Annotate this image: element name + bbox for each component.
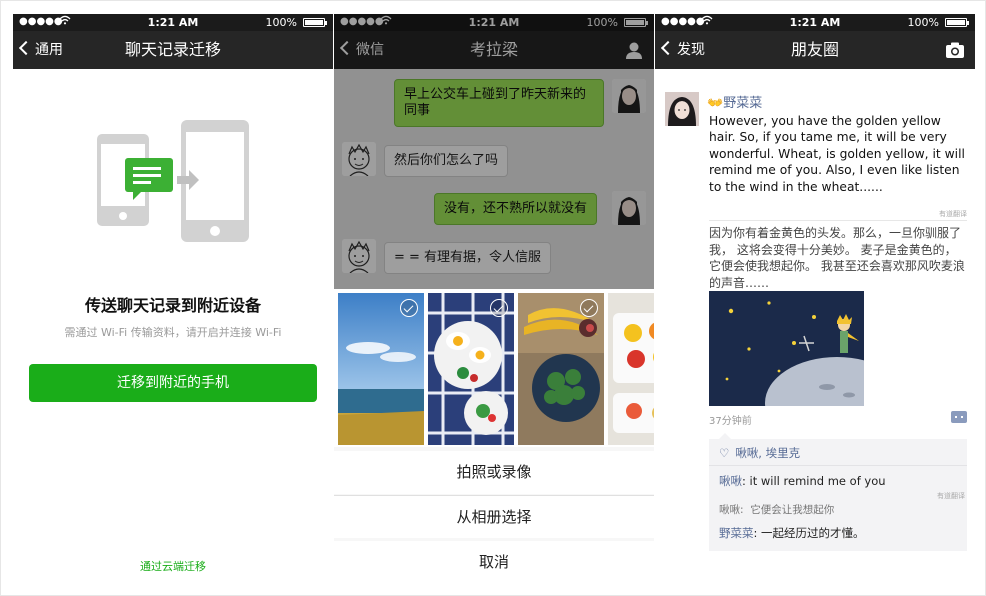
post-author[interactable]: 👐野菜菜 [707,92,762,111]
battery-icon [303,18,327,27]
battery-percent: 100% [907,16,939,29]
phone-moments: ●●●●● 1:21 AM 100% 发现 朋友圈 👐野菜菜 However, … [655,14,975,584]
comment-action-icon[interactable] [951,411,967,423]
photo-thumbnail[interactable] [608,293,654,445]
likes-names[interactable]: 啾啾, 埃里克 [735,446,800,460]
translation-source-tag: 有道翻译 [937,492,965,500]
divider [709,220,967,221]
comment-text: it will remind me of you [749,474,886,488]
dim-overlay[interactable] [334,14,654,289]
page-title: 聊天记录迁移 [124,40,221,59]
migrate-heading: 传送聊天记录到附近设备 [84,296,261,315]
recent-photos-strip [334,289,654,447]
chevron-left-icon [18,40,34,56]
translation-source-tag: 有道翻译 [939,210,967,218]
post-author-name: 野菜菜 [723,96,763,111]
phone-transfer-illustration [97,120,249,242]
back-label: 发现 [677,42,705,58]
comment[interactable]: 啾啾: it will remind me of you [719,473,886,489]
status-bar: ●●●●● 1:21 AM 100% [13,14,333,31]
wifi-hint: 需通过 Wi-Fi 传输资料，请开启并连接 Wi-Fi [64,326,282,339]
page-title: 朋友圈 [790,40,839,59]
back-button[interactable]: 发现 [660,31,705,69]
status-bar: ●●●●● 1:21 AM 100% [655,14,975,31]
take-photo-or-video-option[interactable]: 拍照或录像 [334,451,654,494]
selected-check-icon[interactable] [400,299,418,317]
likes-row: ♡ 啾啾, 埃里克 [719,445,800,461]
migrate-to-nearby-phone-button[interactable]: 迁移到附近的手机 [29,364,317,402]
comment-text: 一起经历过的才懂。 [761,526,865,540]
phone-chat-migration: ●●●●● 1:21 AM 100% 通用 聊天记录迁移 传送聊天记录到附近设备… [13,14,333,584]
back-label: 通用 [35,42,63,58]
battery-icon [945,18,969,27]
post-photo[interactable] [709,291,864,406]
chevron-left-icon [660,40,676,56]
comment-text: 它便会让我想起你 [750,504,835,516]
post-text-english: However, you have the golden yellow hair… [709,114,965,194]
comment-author[interactable]: 野菜菜 [719,526,754,540]
likes-and-comments: ♡ 啾啾, 埃里克 啾啾: it will remind me of you 有道… [709,433,967,551]
photo-thumbnail[interactable] [428,293,514,445]
nav-bar: 发现 朋友圈 [655,31,975,69]
screenshot-collage: ●●●●● 1:21 AM 100% 通用 聊天记录迁移 传送聊天记录到附近设备… [0,0,986,596]
nav-bar: 通用 聊天记录迁移 [13,31,333,69]
post-timestamp: 37分钟前 [709,416,752,427]
comment-translation: 啾啾: 它便会让我想起你 [719,504,835,516]
divider [709,465,967,466]
comment[interactable]: 野菜菜: 一起经历过的才懂。 [719,525,865,541]
camera-icon[interactable] [945,40,965,60]
cloud-migrate-link[interactable]: 通过云端迁移 [13,558,333,574]
comment-author: 啾啾 [719,504,740,516]
photo-thumbnail[interactable] [518,293,604,445]
choose-from-album-option[interactable]: 从相册选择 [334,495,654,538]
photo-thumbnail[interactable] [338,293,424,445]
action-sheet: 拍照或录像 从相册选择 取消 [334,289,654,584]
moments-feed: 👐野菜菜 However, you have the golden yellow… [655,69,975,584]
flame-icon: 👐 [707,96,724,111]
back-button[interactable]: 通用 [18,31,63,69]
selected-check-icon[interactable] [580,299,598,317]
phone-chat-conversation: 早上公交车上碰到了昨天新来的同事 然后你们怎么了吗 没有，还不熟所以就没有 = … [334,14,654,584]
cancel-button[interactable]: 取消 [334,541,654,584]
battery-percent: 100% [265,16,297,29]
selected-check-icon[interactable] [490,299,508,317]
comment-author[interactable]: 啾啾 [719,474,742,488]
post-text-translated: 因为你有着金黄色的头发。那么，一旦你驯服了我， 这将会变得十分美妙。 麦子是金黄… [709,226,965,290]
user-avatar[interactable] [665,92,699,126]
heart-icon: ♡ [719,446,730,460]
